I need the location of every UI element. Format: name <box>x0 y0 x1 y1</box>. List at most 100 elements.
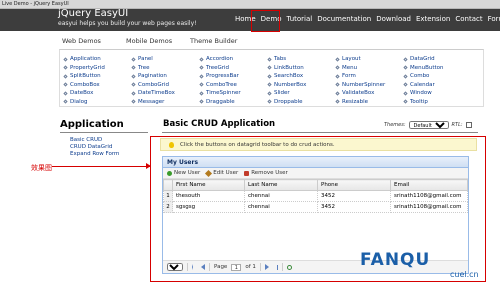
link-expand-row-form[interactable]: Expand Row Form <box>70 151 119 158</box>
bullet-icon <box>403 74 408 79</box>
bullet-icon <box>63 99 68 104</box>
bullet-icon <box>403 82 408 87</box>
bullet-icon <box>267 65 272 70</box>
demo-link[interactable]: Tooltip <box>403 98 472 107</box>
bullet-icon <box>131 74 136 79</box>
demo-link[interactable]: ComboBox <box>63 81 132 90</box>
demo-link[interactable]: NumberSpinner <box>335 81 404 90</box>
demo-link[interactable]: MenuButton <box>403 64 472 73</box>
bullet-icon <box>267 91 272 96</box>
themes-label: Themes: <box>384 122 406 128</box>
bullet-icon <box>403 99 408 104</box>
demo-link[interactable]: Form <box>335 72 404 81</box>
demo-link[interactable]: Combo <box>403 72 472 81</box>
bullet-icon <box>199 99 204 104</box>
tab-mobile-demos[interactable]: Mobile Demos <box>126 37 190 45</box>
bullet-icon <box>63 65 68 70</box>
bullet-icon <box>267 74 272 79</box>
demo-link[interactable]: Menu <box>335 64 404 73</box>
bullet-icon <box>63 91 68 96</box>
demo-link[interactable]: Dialog <box>63 98 132 107</box>
demo-link[interactable]: Pagination <box>131 72 200 81</box>
rtl-checkbox[interactable] <box>465 122 472 128</box>
annotation-arrow-line <box>52 166 150 167</box>
demo-link[interactable]: Droppable <box>267 98 336 107</box>
title-divider <box>162 132 478 133</box>
bullet-icon <box>63 82 68 87</box>
annotation-label: 效果图 <box>31 164 52 172</box>
demo-link[interactable]: Window <box>403 89 472 98</box>
watermark: FANQU cuel.cn <box>330 236 500 282</box>
nav-download[interactable]: Download <box>376 15 411 23</box>
nav-tutorial[interactable]: Tutorial <box>286 15 312 23</box>
nav-contact[interactable]: Contact <box>455 15 482 23</box>
bullet-icon <box>267 82 272 87</box>
demo-link[interactable]: DataGrid <box>403 55 472 64</box>
demo-link[interactable]: Calendar <box>403 81 472 90</box>
bullet-icon <box>131 57 136 62</box>
application-links: Basic CRUD CRUD DataGrid Expand Row Form <box>70 137 119 158</box>
nav-demo-highlight-box <box>251 10 280 32</box>
demo-link[interactable]: Tree <box>131 64 200 73</box>
rtl-label: RTL: <box>451 122 463 128</box>
bullet-icon <box>199 82 204 87</box>
bullet-icon <box>335 74 340 79</box>
demo-link[interactable]: ValidateBox <box>335 89 404 98</box>
demo-link[interactable]: Messager <box>131 98 200 107</box>
site-logo[interactable]: jQuery EasyUI <box>58 9 128 19</box>
theme-select[interactable]: Default <box>408 121 449 129</box>
demo-link[interactable]: SearchBox <box>267 72 336 81</box>
bullet-icon <box>199 57 204 62</box>
site-header: jQuery EasyUI easyui helps you build you… <box>0 9 500 31</box>
bullet-icon <box>63 57 68 62</box>
bullet-icon <box>199 74 204 79</box>
demo-link[interactable]: Accordion <box>199 55 268 64</box>
bullet-icon <box>267 57 272 62</box>
demo-link[interactable]: ComboTree <box>199 81 268 90</box>
link-basic-crud[interactable]: Basic CRUD <box>70 137 119 144</box>
bullet-icon <box>199 91 204 96</box>
bullet-icon <box>131 65 136 70</box>
demo-sub-tabs: Web Demos Mobile Demos Theme Builder <box>62 37 254 45</box>
bullet-icon <box>199 65 204 70</box>
demo-link[interactable]: TimeSpinner <box>199 89 268 98</box>
bullet-icon <box>403 91 408 96</box>
demo-list: Application Panel Accordion Tabs Layout … <box>63 55 472 107</box>
tab-web-demos[interactable]: Web Demos <box>62 37 126 45</box>
demo-link[interactable]: PropertyGrid <box>63 64 132 73</box>
demo-link[interactable]: LinkButton <box>267 64 336 73</box>
demo-link[interactable]: DateTimeBox <box>131 89 200 98</box>
demo-link[interactable]: Layout <box>335 55 404 64</box>
link-crud-datagrid[interactable]: CRUD DataGrid <box>70 144 119 151</box>
watermark-text: FANQU <box>360 250 431 270</box>
nav-extension[interactable]: Extension <box>416 15 450 23</box>
demo-link[interactable]: SplitButton <box>63 72 132 81</box>
nav-documentation[interactable]: Documentation <box>317 15 371 23</box>
bullet-icon <box>335 82 340 87</box>
demo-link[interactable]: Slider <box>267 89 336 98</box>
bullet-icon <box>267 99 272 104</box>
tab-theme-builder[interactable]: Theme Builder <box>190 37 254 45</box>
application-heading: Application <box>60 119 124 130</box>
demo-link[interactable]: DateBox <box>63 89 132 98</box>
demo-link[interactable]: TreeGrid <box>199 64 268 73</box>
demo-link[interactable]: Resizable <box>335 98 404 107</box>
bullet-icon <box>335 91 340 96</box>
demo-link[interactable]: NumberBox <box>267 81 336 90</box>
bullet-icon <box>335 57 340 62</box>
bullet-icon <box>335 65 340 70</box>
bullet-icon <box>131 82 136 87</box>
bullet-icon <box>403 65 408 70</box>
site-tagline: easyui helps you build your web pages ea… <box>58 20 197 27</box>
bullet-icon <box>131 91 136 96</box>
demo-link[interactable]: Panel <box>131 55 200 64</box>
demo-link[interactable]: ComboGrid <box>131 81 200 90</box>
bullet-icon <box>403 57 408 62</box>
bullet-icon <box>131 99 136 104</box>
demo-link[interactable]: Tabs <box>267 55 336 64</box>
nav-forum[interactable]: Forum <box>488 15 500 23</box>
bullet-icon <box>335 99 340 104</box>
demo-link[interactable]: ProgressBar <box>199 72 268 81</box>
demo-link[interactable]: Draggable <box>199 98 268 107</box>
demo-link[interactable]: Application <box>63 55 132 64</box>
